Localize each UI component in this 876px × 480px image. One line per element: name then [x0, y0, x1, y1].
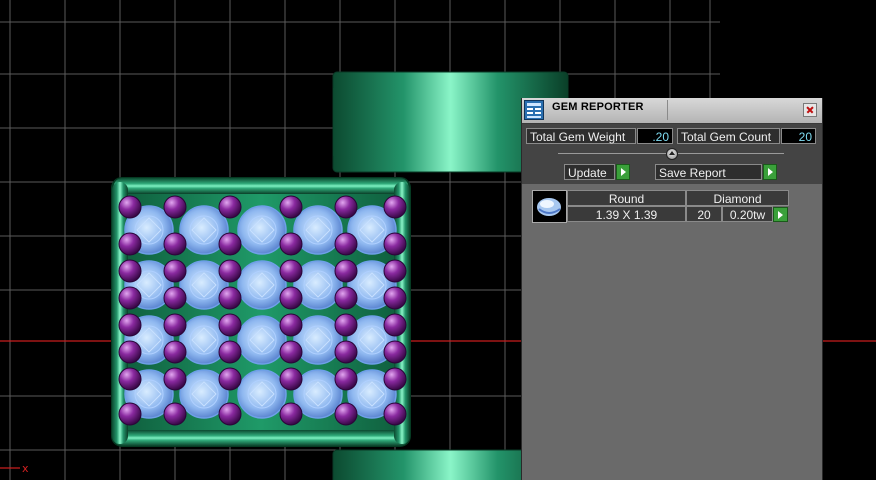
total-gem-weight-value: .20: [637, 128, 673, 144]
prong-bead: [163, 232, 187, 256]
prong-bead: [163, 367, 187, 391]
prong-bead: [118, 195, 142, 219]
prong-bead: [334, 367, 358, 391]
total-gem-count-value: 20: [781, 128, 816, 144]
prong-bead: [383, 313, 407, 337]
prong-bead: [383, 286, 407, 310]
total-gem-weight-label: Total Gem Weight: [526, 128, 636, 144]
prong-bead: [118, 402, 142, 426]
prong-bead: [279, 340, 303, 364]
prong-bead: [218, 340, 242, 364]
prong-bead: [334, 402, 358, 426]
prong-bead: [334, 232, 358, 256]
prong-bead: [218, 313, 242, 337]
prong-bead: [279, 286, 303, 310]
gem-reporter-panel: GEM REPORTER Total Gem Weight .20 Total …: [521, 98, 823, 480]
gem-reporter-titlebar[interactable]: GEM REPORTER: [522, 98, 822, 124]
prong-bead: [334, 286, 358, 310]
update-button[interactable]: Update: [564, 164, 615, 180]
prong-bead: [334, 340, 358, 364]
prong-bead: [118, 232, 142, 256]
gem-stone: [237, 205, 287, 255]
gem-size-cell: 1.39 X 1.39: [567, 206, 686, 222]
prong-bead: [118, 286, 142, 310]
prong-bead: [163, 340, 187, 364]
panel-title: GEM REPORTER: [552, 101, 644, 113]
prong-bead: [383, 195, 407, 219]
prong-bead: [163, 286, 187, 310]
gem-stone: [237, 260, 287, 310]
prong-bead: [383, 367, 407, 391]
gem-reporter-summary: Total Gem Weight .20 Total Gem Count 20 …: [522, 124, 822, 184]
prong-bead: [163, 259, 187, 283]
prong-bead: [163, 402, 187, 426]
gem-shape-cell: Round: [567, 190, 686, 206]
prong-bead: [279, 313, 303, 337]
gem-stone: [237, 315, 287, 365]
gem-thumbnail: [532, 190, 567, 223]
gem-count-cell: 20: [686, 206, 722, 222]
prong-bead: [218, 232, 242, 256]
titlebar-separator: [667, 100, 668, 120]
prong-bead: [218, 195, 242, 219]
prong-bead: [118, 367, 142, 391]
gem-weight-cell: 0.20tw: [722, 206, 773, 222]
prong-bead: [218, 286, 242, 310]
prong-bead: [218, 367, 242, 391]
gem-material-cell: Diamond: [686, 190, 789, 206]
gem-reporter-app-icon: [524, 100, 544, 120]
gem-row-arrow-icon[interactable]: [773, 207, 788, 222]
prong-bead: [334, 313, 358, 337]
prong-bead: [279, 259, 303, 283]
prong-bead: [383, 340, 407, 364]
close-icon[interactable]: [803, 103, 817, 117]
update-arrow-icon[interactable]: [616, 164, 630, 180]
total-gem-count-label: Total Gem Count: [677, 128, 780, 144]
save-report-arrow-icon[interactable]: [763, 164, 777, 180]
prong-bead: [279, 232, 303, 256]
prong-bead: [279, 402, 303, 426]
collapse-splitter-icon[interactable]: [666, 148, 678, 160]
prong-bead: [218, 402, 242, 426]
prong-bead: [163, 313, 187, 337]
prong-bead: [118, 259, 142, 283]
gem-stone: [237, 369, 287, 419]
prong-bead: [218, 259, 242, 283]
prong-bead: [334, 259, 358, 283]
prong-bead: [383, 259, 407, 283]
prong-bead: [383, 402, 407, 426]
prong-bead: [163, 195, 187, 219]
prong-bead: [334, 195, 358, 219]
gem-list: Round Diamond 1.39 X 1.39 20 0.20tw: [522, 184, 822, 480]
prong-bead: [118, 340, 142, 364]
prong-bead: [383, 232, 407, 256]
prong-bead: [279, 195, 303, 219]
x-axis-label: x: [22, 462, 29, 475]
save-report-button[interactable]: Save Report: [655, 164, 762, 180]
round-gem-icon: [537, 198, 561, 216]
prong-bead: [118, 313, 142, 337]
gem-list-row[interactable]: Round Diamond 1.39 X 1.39 20 0.20tw: [532, 190, 789, 223]
prong-bead: [279, 367, 303, 391]
